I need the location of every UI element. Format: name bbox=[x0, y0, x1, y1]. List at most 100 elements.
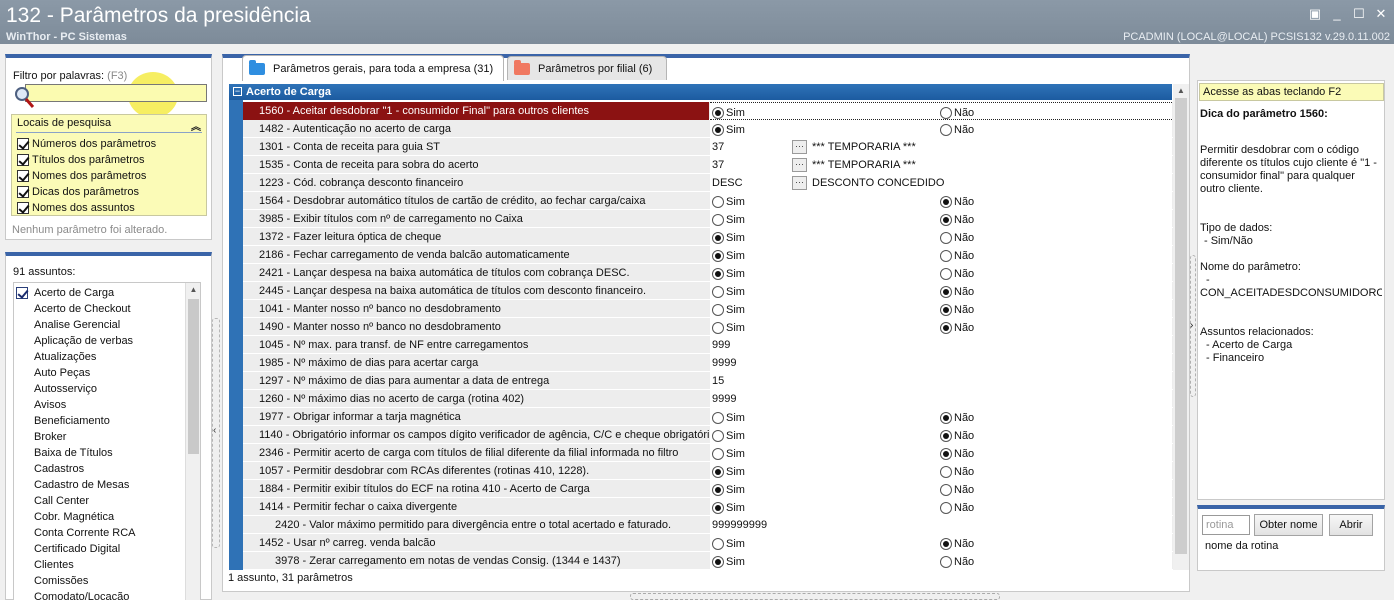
radio-yes[interactable]: Sim bbox=[712, 537, 745, 550]
parameter-value[interactable]: Sim Não bbox=[710, 120, 1172, 138]
ellipsis-button[interactable]: ··· bbox=[792, 176, 807, 190]
radio-icon[interactable] bbox=[940, 447, 952, 460]
list-item[interactable]: Clientes bbox=[14, 557, 186, 573]
table-row[interactable]: 1260 - Nº máximo dias no acerto de carga… bbox=[243, 390, 1173, 408]
table-row[interactable]: 1045 - Nº max. para transf. de NF entre … bbox=[243, 336, 1173, 354]
radio-icon[interactable] bbox=[712, 465, 724, 478]
scroll-thumb[interactable] bbox=[1175, 98, 1187, 554]
radio-yes[interactable]: Sim bbox=[712, 465, 745, 478]
parameter-value[interactable]: DESC ··· DESCONTO CONCEDIDO bbox=[710, 174, 1172, 192]
table-row[interactable]: 1041 - Manter nosso nº banco no desdobra… bbox=[243, 300, 1173, 318]
chevron-right-icon[interactable]: › bbox=[1190, 320, 1193, 331]
tab-general[interactable]: Parâmetros gerais, para toda a empresa (… bbox=[242, 55, 504, 81]
table-row[interactable]: 2445 - Lançar despesa na baixa automátic… bbox=[243, 282, 1173, 300]
radio-icon[interactable] bbox=[712, 429, 724, 442]
list-item[interactable]: Call Center bbox=[14, 493, 186, 509]
list-item[interactable]: Beneficiamento bbox=[14, 413, 186, 429]
bottom-splitter[interactable] bbox=[630, 593, 1000, 600]
parameter-value[interactable]: Sim Não bbox=[710, 498, 1172, 516]
radio-no[interactable]: Não bbox=[940, 123, 974, 136]
table-row[interactable]: 1560 - Aceitar desdobrar "1 - consumidor… bbox=[243, 102, 1173, 120]
radio-icon[interactable] bbox=[940, 267, 952, 280]
parameter-value[interactable]: 999 bbox=[710, 336, 1172, 354]
radio-icon[interactable] bbox=[712, 321, 724, 334]
radio-icon[interactable] bbox=[712, 411, 724, 424]
radio-yes[interactable]: Sim bbox=[712, 213, 745, 226]
value-text[interactable]: 37 bbox=[712, 138, 724, 156]
radio-no[interactable]: Não bbox=[940, 195, 974, 208]
option-tips[interactable]: Dicas dos parâmetros bbox=[17, 184, 197, 199]
radio-yes[interactable]: Sim bbox=[712, 501, 745, 514]
scroll-up-icon[interactable]: ▲ bbox=[1175, 86, 1187, 95]
radio-icon[interactable] bbox=[940, 411, 952, 424]
table-row[interactable]: 1414 - Permitir fechar o caixa divergent… bbox=[243, 498, 1173, 516]
radio-icon[interactable] bbox=[712, 447, 724, 460]
radio-no[interactable]: Não bbox=[940, 537, 974, 550]
checkbox-icon[interactable] bbox=[17, 169, 29, 182]
table-row[interactable]: 2421 - Lançar despesa na baixa automátic… bbox=[243, 264, 1173, 282]
radio-yes[interactable]: Sim bbox=[712, 267, 745, 280]
checkbox-icon[interactable] bbox=[17, 137, 29, 150]
parameter-value[interactable]: Sim Não bbox=[710, 408, 1172, 426]
table-row[interactable]: 2346 - Permitir acerto de carga com títu… bbox=[243, 444, 1173, 462]
table-row[interactable]: 1140 - Obrigatório informar os campos dí… bbox=[243, 426, 1173, 444]
radio-yes[interactable]: Sim bbox=[712, 303, 745, 316]
radio-yes[interactable]: Sim bbox=[712, 321, 745, 334]
radio-icon[interactable] bbox=[712, 123, 724, 136]
close-icon[interactable]: ✕ bbox=[1372, 6, 1390, 22]
value-text[interactable]: 9999 bbox=[712, 354, 736, 372]
radio-icon[interactable] bbox=[940, 555, 952, 568]
radio-icon[interactable] bbox=[712, 249, 724, 262]
parameter-value[interactable]: 999999999 bbox=[710, 516, 1172, 534]
value-text[interactable]: 37 bbox=[712, 156, 724, 174]
radio-icon[interactable] bbox=[712, 267, 724, 280]
chevron-left-icon[interactable]: ‹ bbox=[213, 425, 216, 436]
table-row[interactable]: 1985 - Nº máximo de dias para acertar ca… bbox=[243, 354, 1173, 372]
parameter-value[interactable]: Sim Não bbox=[710, 192, 1172, 210]
list-item[interactable]: Analise Gerencial bbox=[14, 317, 186, 333]
radio-no[interactable]: Não bbox=[940, 231, 974, 244]
radio-icon[interactable] bbox=[940, 483, 952, 496]
table-row[interactable]: 1057 - Permitir desdobrar com RCAs difer… bbox=[243, 462, 1173, 480]
ellipsis-button[interactable]: ··· bbox=[792, 140, 807, 154]
list-item[interactable]: Comissões bbox=[14, 573, 186, 589]
radio-icon[interactable] bbox=[940, 106, 952, 119]
parameter-value[interactable]: Sim Não bbox=[710, 318, 1172, 336]
radio-icon[interactable] bbox=[940, 213, 952, 226]
radio-icon[interactable] bbox=[940, 429, 952, 442]
parameter-value[interactable]: 37 ··· *** TEMPORARIA *** bbox=[710, 156, 1172, 174]
radio-icon[interactable] bbox=[712, 303, 724, 316]
list-item[interactable]: Avisos bbox=[14, 397, 186, 413]
value-text[interactable]: DESC bbox=[712, 174, 743, 192]
radio-yes[interactable]: Sim bbox=[712, 123, 745, 136]
restore-icon[interactable]: _ bbox=[1328, 6, 1346, 22]
option-names[interactable]: Nomes dos parâmetros bbox=[17, 168, 197, 183]
maximize-icon[interactable]: ☐ bbox=[1350, 6, 1368, 22]
radio-icon[interactable] bbox=[940, 195, 952, 208]
radio-no[interactable]: Não bbox=[940, 429, 974, 442]
radio-icon[interactable] bbox=[940, 123, 952, 136]
list-item[interactable]: Certificado Digital bbox=[14, 541, 186, 557]
scroll-up-icon[interactable]: ▲ bbox=[188, 285, 199, 297]
parameter-value[interactable]: Sim Não bbox=[710, 282, 1172, 300]
right-splitter[interactable]: › bbox=[1190, 255, 1196, 397]
value-text[interactable]: 9999 bbox=[712, 390, 736, 408]
list-item[interactable]: Autosserviço bbox=[14, 381, 186, 397]
subjects-scrollbar[interactable]: ▲ bbox=[185, 283, 200, 600]
list-item[interactable]: Acerto de Checkout bbox=[14, 301, 186, 317]
radio-icon[interactable] bbox=[712, 483, 724, 496]
radio-icon[interactable] bbox=[712, 555, 724, 568]
list-item[interactable]: Broker bbox=[14, 429, 186, 445]
table-row[interactable]: 1482 - Autenticação no acerto de carga Si… bbox=[243, 120, 1173, 138]
parameter-value[interactable]: Sim Não bbox=[710, 246, 1172, 264]
parameter-value[interactable]: Sim Não bbox=[710, 462, 1172, 480]
parameter-value[interactable]: Sim Não bbox=[710, 228, 1172, 246]
radio-icon[interactable] bbox=[940, 501, 952, 514]
parameter-value[interactable]: 9999 bbox=[710, 354, 1172, 372]
radio-icon[interactable] bbox=[940, 231, 952, 244]
parameter-value[interactable]: Sim Não bbox=[710, 210, 1172, 228]
table-row[interactable]: 1372 - Fazer leitura óptica de cheque Sim… bbox=[243, 228, 1173, 246]
table-row[interactable]: 1535 - Conta de receita para sobra do ac… bbox=[243, 156, 1173, 174]
scroll-thumb[interactable] bbox=[188, 299, 199, 454]
list-item[interactable]: Cadastro de Mesas bbox=[14, 477, 186, 493]
